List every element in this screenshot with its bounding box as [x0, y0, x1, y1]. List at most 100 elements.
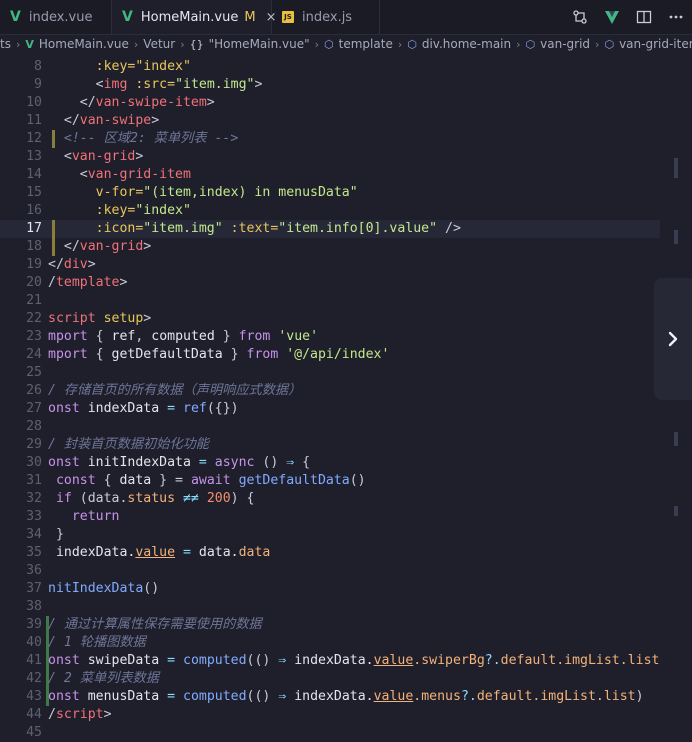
code-line[interactable]: 15 v-for="(item,index) in menusData" [0, 184, 660, 202]
code-text: v-for="(item,index) in menusData" [48, 184, 358, 202]
code-token: if [48, 491, 80, 506]
code-token: van-grid [79, 239, 144, 254]
code-line[interactable]: 30 onst initIndexData = async () ⇒ { [0, 454, 660, 472]
code-line[interactable]: 44/script> [0, 706, 660, 724]
code-token: indexData. [294, 689, 374, 704]
code-token: } [48, 527, 64, 542]
code-token: .menus [413, 689, 461, 704]
tab-index-js[interactable]: JS index.js [272, 0, 380, 34]
code-line[interactable]: 14 <van-grid-item [0, 166, 660, 184]
code-text: return [48, 508, 120, 526]
code-token: default.imgList.list [500, 653, 660, 668]
code-line[interactable]: 18 </van-grid> [0, 238, 660, 256]
code-editor[interactable]: 8 :key="index" 9 <img :src="item.img"> 10 … [0, 58, 660, 742]
tab-index-vue[interactable]: V index.vue [0, 0, 112, 34]
code-line[interactable]: 40 / 1 轮播图数据 [0, 634, 660, 652]
code-line[interactable]: 36 [0, 562, 660, 580]
code-token: { [103, 473, 120, 488]
line-number: 9 [34, 77, 42, 92]
code-line[interactable]: 43 onst menusData = computed(() ⇒ indexDa… [0, 688, 660, 706]
code-line[interactable]: 27 onst indexData = ref({}) [0, 400, 660, 418]
code-line[interactable]: 38 [0, 598, 660, 616]
code-line[interactable]: 29 / 封装首页数据初始化功能 [0, 436, 660, 454]
code-text: </van-swipe> [48, 112, 159, 130]
code-line[interactable]: 13 <van-grid> [0, 148, 660, 166]
code-line[interactable]: 34 } [0, 526, 660, 544]
line-number: 33 [26, 509, 42, 524]
code-token: "item.info[0].value" [278, 221, 445, 236]
code-token: </ [48, 113, 80, 128]
code-token: = [159, 401, 183, 416]
code-line[interactable]: 20/template> [0, 274, 660, 292]
code-token: ⇒ [278, 689, 295, 704]
breadcrumb-item[interactable]: ⬡ template [324, 37, 393, 51]
code-token: < [48, 149, 72, 164]
code-line[interactable]: 16 :key="index" [0, 202, 660, 220]
code-line[interactable]: 8 :key="index" [0, 58, 660, 76]
line-number: 42 [26, 671, 42, 686]
code-token: return [48, 509, 120, 524]
split-editor-icon[interactable] [636, 9, 652, 25]
code-line[interactable]: 26 / 存储首页的所有数据（声明响应式数据） [0, 382, 660, 400]
line-number: 27 [26, 401, 42, 416]
more-actions-icon[interactable] [668, 9, 684, 25]
code-token: from [238, 329, 279, 344]
code-line[interactable]: 22 script setup> [0, 310, 660, 328]
breadcrumb-item[interactable]: V HomeMain.vue [25, 37, 129, 51]
code-line[interactable]: 11 </van-swipe> [0, 112, 660, 130]
code-line[interactable]: 10 </van-swipe-item> [0, 94, 660, 112]
code-line[interactable]: 33 return [0, 508, 660, 526]
next-slide-button[interactable] [654, 278, 692, 400]
code-line[interactable]: 24 mport { getDefaultData } from '@/api/i… [0, 346, 660, 364]
code-line[interactable]: 25 [0, 364, 660, 382]
code-line[interactable]: 35 indexData.value = data.data [0, 544, 660, 562]
breadcrumb-item[interactable]: ts [0, 37, 11, 51]
code-token: van-grid [71, 149, 136, 164]
code-token: , [135, 329, 152, 344]
code-token: ?. [484, 653, 501, 668]
code-line[interactable]: 28 [0, 418, 660, 436]
compare-changes-icon[interactable] [572, 9, 588, 25]
code-token: "index" [135, 203, 191, 218]
tab-homemain-vue[interactable]: V HomeMain.vue M × [112, 0, 276, 34]
breadcrumb-item[interactable]: ⬡ van-grid [526, 37, 591, 51]
code-token: ⇒ [278, 653, 295, 668]
code-line[interactable]: 39 / 通过计算属性保存需要使用的数据 [0, 616, 660, 634]
breadcrumb-item[interactable]: Vetur [143, 37, 175, 51]
code-token: :key= [95, 203, 136, 218]
code-line[interactable]: 19 </div> [0, 256, 660, 274]
breadcrumb-item[interactable]: {} "HomeMain.vue" [190, 37, 310, 51]
code-token: van-swipe [79, 113, 152, 128]
code-token: = [159, 689, 183, 704]
code-line[interactable]: 45 [0, 724, 660, 742]
code-line[interactable]: 23 mport { ref, computed } from 'vue' [0, 328, 660, 346]
breadcrumb-item[interactable]: ⬡van-grid-item [604, 37, 692, 51]
code-text: /template> [48, 274, 127, 292]
code-line[interactable]: 42 / 2 菜单列表数据 [0, 670, 660, 688]
breadcrumb-item[interactable]: ⬡ div.home-main [407, 37, 511, 51]
code-line[interactable]: 12 <!-- 区域2: 菜单列表 --> [0, 130, 660, 148]
line-number: 29 [26, 437, 42, 452]
scrollbar-markers [674, 60, 684, 740]
code-token: value [373, 689, 414, 704]
code-line[interactable]: 41 onst swipeData = computed(() ⇒ indexDa… [0, 652, 660, 670]
code-line[interactable]: 31 const { data } = await getDefaultData… [0, 472, 660, 490]
vue-preview-icon[interactable] [604, 9, 620, 25]
code-text: </van-swipe-item> [48, 94, 215, 112]
line-number: 21 [26, 293, 42, 308]
chevron-right-icon [668, 331, 678, 347]
code-line[interactable]: 32 if (data.status ≠≠ 200) { [0, 490, 660, 508]
code-line[interactable]: 9 <img :src="item.img"> [0, 76, 660, 94]
line-number: 38 [26, 599, 42, 614]
line-number: 10 [26, 95, 42, 110]
code-line[interactable]: 37 nitIndexData() [0, 580, 660, 598]
code-line[interactable]: 21 [0, 292, 660, 310]
code-token: </ [48, 239, 80, 254]
code-text: </div> [48, 256, 96, 274]
code-token: value [373, 653, 414, 668]
code-token: swipeData [87, 653, 160, 668]
code-token: getDefaultData [111, 347, 223, 362]
modified-badge: M [244, 9, 256, 25]
code-text: / 1 轮播图数据 [48, 634, 146, 652]
code-line[interactable]: 17 :icon="item.img" :text="item.info[0].… [0, 220, 660, 238]
